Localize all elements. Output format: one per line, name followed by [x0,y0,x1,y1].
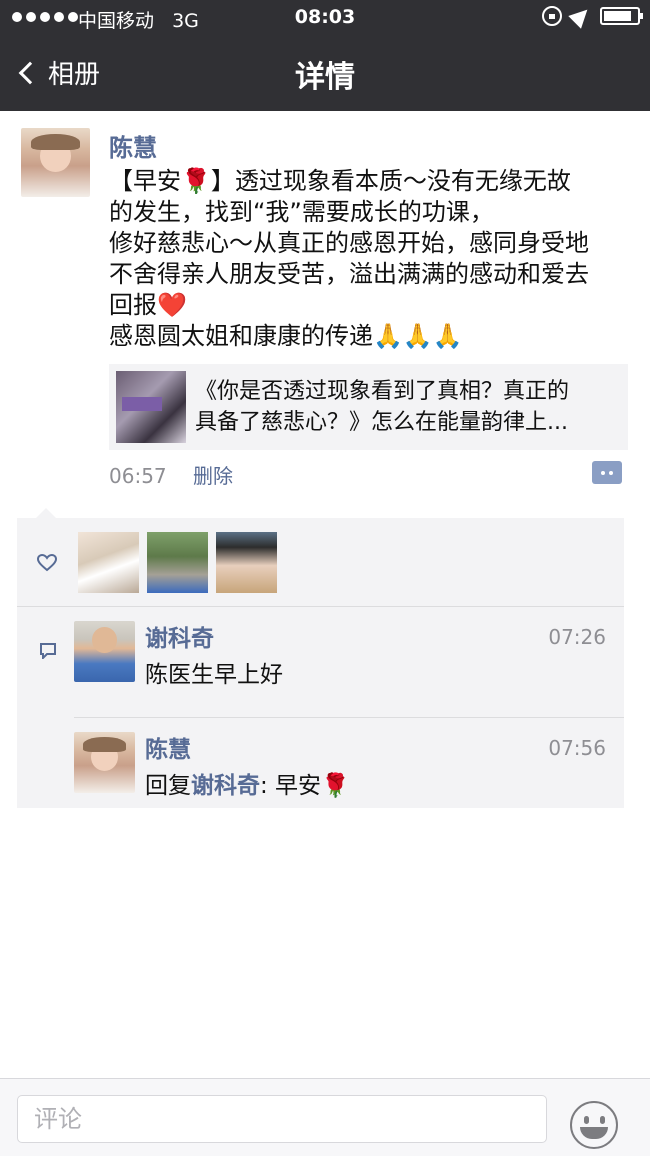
liker-avatar[interactable] [216,532,277,593]
post-line: 修好慈悲心～从真正的感恩开始，感同身受地 [109,229,589,257]
comment-menu-button[interactable] [592,461,622,484]
comment-time: 07:26 [548,625,606,649]
comment-time: 07:56 [548,736,606,760]
comment-item[interactable]: 谢科奇 07:26 陈医生早上好 [74,607,624,702]
heart-icon [37,554,57,572]
likes-row [17,518,624,607]
battery-fill [604,11,631,21]
link-title-line: 具备了慈悲心？》怎么在能量韵律上... [195,410,568,435]
comment-text: 回复谢科奇: 早安🌹 [145,766,350,800]
post-line: 不舍得亲人朋友受苦，溢出满满的感动和爱去 [109,260,589,288]
shared-link-card[interactable]: 《你是否透过现象看到了真相？真正的 具备了慈悲心？》怎么在能量韵律上... [109,364,628,450]
reply-to-name[interactable]: 谢科奇 [191,773,260,799]
battery-icon [600,7,643,25]
comment-item[interactable]: 陈慧 07:56 回复谢科奇: 早安🌹 [74,717,624,812]
reply-prefix: 回复 [145,773,191,799]
liker-avatar[interactable] [78,532,139,593]
post-line: 【早安🌹】透过现象看本质～没有无缘无故 [109,167,571,195]
interaction-panel: 谢科奇 07:26 陈医生早上好 陈慧 07:56 回复谢科奇: 早安🌹 [17,518,624,808]
commenter-avatar[interactable] [74,621,135,682]
reply-body: : 早安🌹 [260,773,350,799]
post-author-avatar[interactable] [21,128,90,197]
post-line: 感恩圆太姐和康康的传递🙏🙏🙏 [109,322,463,350]
status-bar: 中国移动 3G 08:03 [0,0,650,36]
comment-text: 陈医生早上好 [145,662,283,688]
top-bar: 中国移动 3G 08:03 相册 详情 [0,0,650,111]
nav-bar: 相册 详情 [0,36,650,111]
post-text: 【早安🌹】透过现象看本质～没有无缘无故 的发生，找到“我”需要成长的功课， 修好… [109,166,634,352]
post-author-name[interactable]: 陈慧 [109,128,157,163]
commenter-name[interactable]: 谢科奇 [145,619,214,653]
rotation-lock-icon [542,6,562,26]
comment-input[interactable]: 评论 [17,1095,547,1143]
location-arrow-icon [568,3,594,29]
commenter-avatar[interactable] [74,732,135,793]
status-right [542,3,643,29]
liker-avatar[interactable] [147,532,208,593]
delete-button[interactable]: 删除 [193,464,233,488]
link-title: 《你是否透过现象看到了真相？真正的 具备了慈悲心？》怎么在能量韵律上... [195,376,620,438]
comment-icon [40,643,56,659]
post-line: 的发生，找到“我”需要成长的功课， [109,198,494,226]
link-title-line: 《你是否透过现象看到了真相？真正的 [195,379,570,404]
commenter-name[interactable]: 陈慧 [145,730,191,764]
page-title: 详情 [295,60,355,95]
smiley-icon[interactable] [570,1101,618,1149]
comment-bar: 评论 [0,1078,650,1156]
post-meta: 06:57 删除 [109,460,233,489]
post-line: 回报❤️ [109,291,187,319]
panel-arrow [36,508,56,518]
link-thumbnail [116,371,186,443]
post-time: 06:57 [109,464,167,488]
